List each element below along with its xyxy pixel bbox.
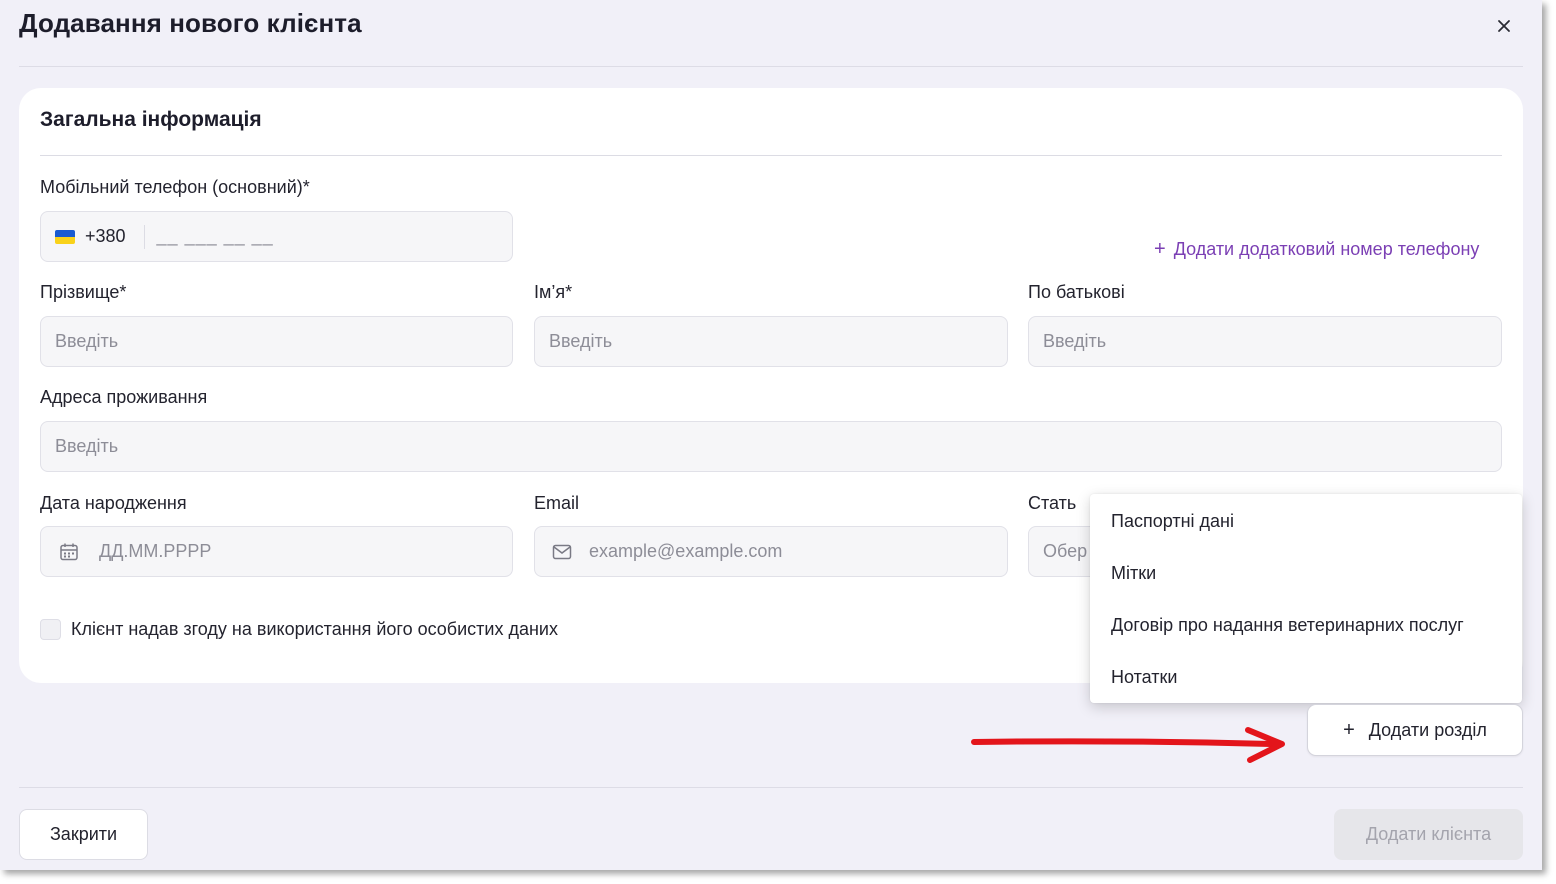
section-divider bbox=[40, 155, 1502, 156]
name-placeholder: Введіть bbox=[549, 331, 613, 351]
name-input[interactable]: Введіть bbox=[534, 316, 1008, 367]
phone-mask: __ ___ __ __ bbox=[156, 226, 274, 246]
surname-input[interactable]: Введіть bbox=[40, 316, 513, 367]
email-label: Email bbox=[534, 493, 580, 513]
add-section-label: Додати розділ bbox=[1368, 719, 1487, 740]
gender-placeholder: Обер bbox=[1043, 541, 1088, 561]
surname-label: Прізвище* bbox=[40, 282, 127, 302]
birthdate-label: Дата народження bbox=[40, 493, 187, 513]
calendar-icon bbox=[59, 542, 79, 562]
patronymic-placeholder: Введіть bbox=[1043, 331, 1107, 351]
phone-country-code: +380 bbox=[85, 226, 126, 246]
email-input[interactable]: example@example.com bbox=[534, 526, 1008, 577]
birthdate-input[interactable]: ДД.ММ.РРРР bbox=[40, 526, 513, 577]
close-icon[interactable] bbox=[1490, 12, 1518, 40]
menu-item-vet-contract[interactable]: Договір про надання ветеринарних послуг bbox=[1111, 615, 1464, 636]
surname-placeholder: Введіть bbox=[55, 331, 119, 351]
header-divider bbox=[19, 66, 1523, 67]
plus-icon: + bbox=[1343, 718, 1355, 741]
close-button[interactable]: Закрити bbox=[19, 809, 148, 860]
phone-label: Мобільний телефон (основний)* bbox=[40, 177, 310, 197]
email-placeholder: example@example.com bbox=[589, 541, 783, 561]
consent-checkbox[interactable] bbox=[40, 619, 61, 640]
address-label: Адреса проживання bbox=[40, 387, 208, 407]
patronymic-label: По батькові bbox=[1028, 282, 1125, 302]
consent-label: Клієнт надав згоду на використання його … bbox=[71, 619, 558, 639]
add-extra-phone-link[interactable]: + Додати додатковий номер телефону bbox=[1154, 238, 1479, 261]
section-title: Загальна інформація bbox=[40, 108, 262, 131]
menu-item-tags[interactable]: Мітки bbox=[1111, 563, 1156, 584]
add-section-menu: Паспортні дані Мітки Договір про надання… bbox=[1090, 494, 1522, 703]
name-label: Ім’я* bbox=[534, 282, 573, 302]
address-input[interactable]: Введіть bbox=[40, 421, 1502, 472]
add-client-dialog: Додавання нового клієнта Загальна інформ… bbox=[0, 0, 1542, 870]
add-section-button[interactable]: + Додати розділ bbox=[1307, 704, 1523, 756]
envelope-icon bbox=[552, 544, 572, 560]
dialog-title: Додавання нового клієнта bbox=[19, 8, 362, 38]
menu-item-notes[interactable]: Нотатки bbox=[1111, 667, 1177, 688]
phone-input[interactable]: +380 __ ___ __ __ bbox=[40, 211, 513, 262]
birthdate-placeholder: ДД.ММ.РРРР bbox=[99, 541, 212, 561]
ukraine-flag-icon bbox=[55, 229, 75, 244]
add-extra-phone-label: Додати додатковий номер телефону bbox=[1173, 239, 1480, 259]
add-client-button[interactable]: Додати клієнта bbox=[1334, 809, 1523, 860]
menu-item-passport[interactable]: Паспортні дані bbox=[1111, 511, 1234, 532]
address-placeholder: Введіть bbox=[55, 436, 119, 456]
plus-icon: + bbox=[1154, 238, 1166, 260]
phone-separator bbox=[143, 224, 145, 249]
gender-label: Стать bbox=[1028, 493, 1077, 513]
annotation-arrow-icon bbox=[971, 727, 1285, 763]
footer-divider bbox=[19, 787, 1523, 788]
patronymic-input[interactable]: Введіть bbox=[1028, 316, 1502, 367]
